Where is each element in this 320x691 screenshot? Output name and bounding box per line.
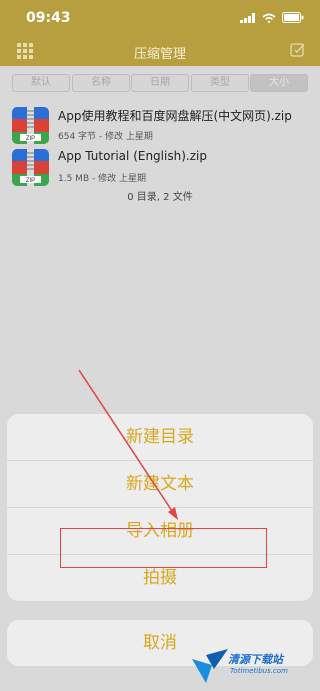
zip-icon-label: ZIP [26,136,35,142]
tab-size[interactable]: 大小 [250,74,308,92]
status-icons [240,12,304,23]
watermark-logo: 清源下载站 Totimetibus.com [190,645,320,685]
tab-name[interactable]: 名称 [72,74,130,92]
signal-icon [240,12,255,23]
file-name: App使用教程和百度网盘解压(中文网页).zip [58,109,292,123]
wifi-icon [262,13,276,23]
edit-icon[interactable] [290,42,306,58]
tab-date[interactable]: 日期 [131,74,189,92]
action-sheet: 新建目录 新建文本 导入相册 拍摄 [7,414,313,601]
tab-default[interactable]: 默认 [12,74,70,92]
list-item[interactable]: ZIP App Tutorial (English).zip 1.5 MB - … [0,146,320,190]
list-item[interactable]: ZIP App使用教程和百度网盘解压(中文网页).zip 654 字节 - 修改… [0,104,320,148]
tab-type[interactable]: 类型 [191,74,249,92]
status-bar: 09:43 [0,0,320,38]
file-meta: 654 字节 - 修改 上星期 [58,132,153,142]
file-name: App Tutorial (English).zip [58,149,207,163]
nav-bar: 压缩管理 [0,38,320,66]
bird-logo-icon [192,649,228,683]
zip-file-icon: ZIP [12,107,49,144]
battery-icon [282,12,304,23]
zip-icon-label: ZIP [26,178,35,184]
sort-tabs: 默认 名称 日期 类型 大小 [0,66,320,100]
status-time: 09:43 [26,10,71,26]
new-folder-button[interactable]: 新建目录 [7,414,313,461]
file-meta: 1.5 MB - 修改 上星期 [58,174,146,184]
file-count-summary: 0 目录, 2 文件 [127,192,193,203]
watermark-subtitle: Totimetibus.com [230,667,288,675]
watermark-title: 清源下载站 [228,653,283,666]
zip-file-icon: ZIP [12,149,49,186]
new-text-button[interactable]: 新建文本 [7,461,313,508]
page-title: 压缩管理 [133,47,186,62]
highlight-box [60,528,267,568]
